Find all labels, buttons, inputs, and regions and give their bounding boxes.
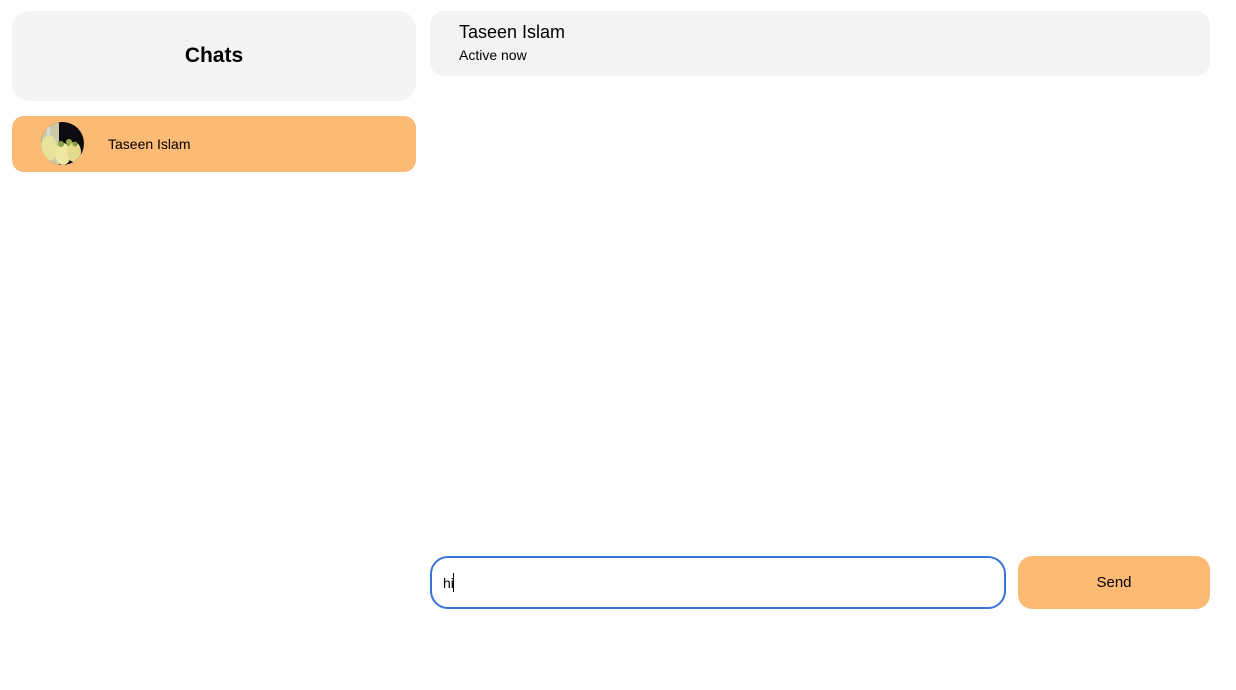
sidebar-title: Chats [184, 44, 244, 67]
sidebar-header: Chats [12, 11, 416, 101]
chat-app-window: Chats Taseen Islam Taseen Islam Active n… [0, 0, 1236, 690]
contact-status: Active now [459, 47, 527, 63]
send-button[interactable]: Send [1018, 556, 1210, 609]
contact-name: Taseen Islam [459, 22, 566, 42]
avatar-image [41, 122, 84, 165]
conversation-header: Taseen Islam Active now [430, 11, 1210, 76]
chat-item-name: Taseen Islam [108, 136, 191, 152]
chat-list-item[interactable]: Taseen Islam [12, 116, 416, 172]
avatar [41, 122, 84, 165]
message-input[interactable] [430, 556, 1006, 609]
